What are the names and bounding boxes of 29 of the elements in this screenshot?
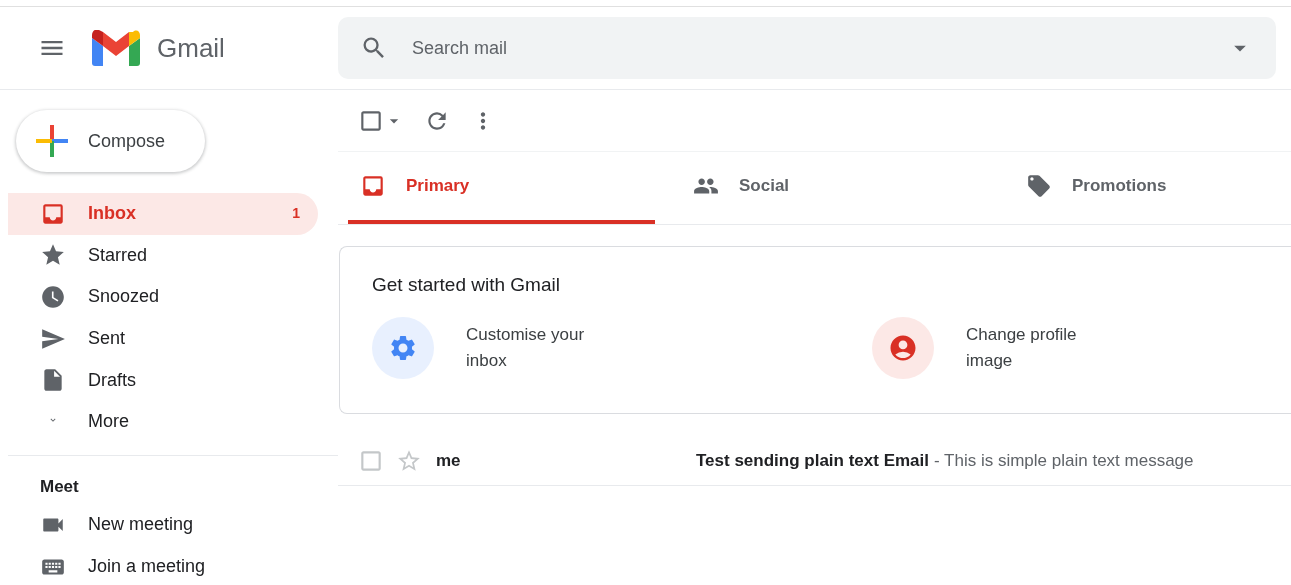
tag-icon xyxy=(1026,173,1052,199)
category-tab[interactable]: Social xyxy=(681,152,988,224)
category-tab[interactable]: Primary xyxy=(348,152,655,224)
compose-button[interactable]: Compose xyxy=(16,110,205,172)
sidebar-item[interactable]: Sent xyxy=(8,317,318,360)
email-row[interactable]: me Test sending plain text Email - This is simple plain text message xyxy=(338,436,1291,486)
email-subject: Test sending plain text Email xyxy=(696,449,929,472)
setup-tile[interactable]: Customise your inbox xyxy=(372,316,872,379)
email-sender: me xyxy=(436,449,462,472)
sidebar-item[interactable]: More xyxy=(8,400,318,443)
sidebar-item[interactable]: New meeting xyxy=(8,503,338,546)
search-bar[interactable]: Search mail xyxy=(338,17,1276,79)
card-title: Get started with Gmail xyxy=(372,273,561,297)
setup-tile[interactable]: Change profile image xyxy=(872,316,1291,379)
clock-icon xyxy=(40,284,66,310)
sidebar-item[interactable]: Snoozed xyxy=(8,276,318,318)
section-title: Meet xyxy=(39,475,80,498)
search-field[interactable]: Search mail xyxy=(412,34,1226,62)
sidebar-item[interactable]: Drafts xyxy=(8,359,318,401)
plus-icon xyxy=(36,125,68,157)
sidebar-item[interactable]: Inbox 1 xyxy=(8,193,318,235)
sidebar-item[interactable]: Starred xyxy=(8,234,318,277)
gmail-logo-icon xyxy=(92,30,140,66)
category-tab[interactable]: Promotions xyxy=(1014,152,1291,224)
inbox-icon xyxy=(360,173,386,199)
unread-count: 1 xyxy=(292,204,300,224)
sidebar-item[interactable]: Join a meeting xyxy=(8,545,338,585)
email-snippet: - This is simple plain text message xyxy=(934,449,1194,472)
app-name: Gmail xyxy=(157,31,225,65)
